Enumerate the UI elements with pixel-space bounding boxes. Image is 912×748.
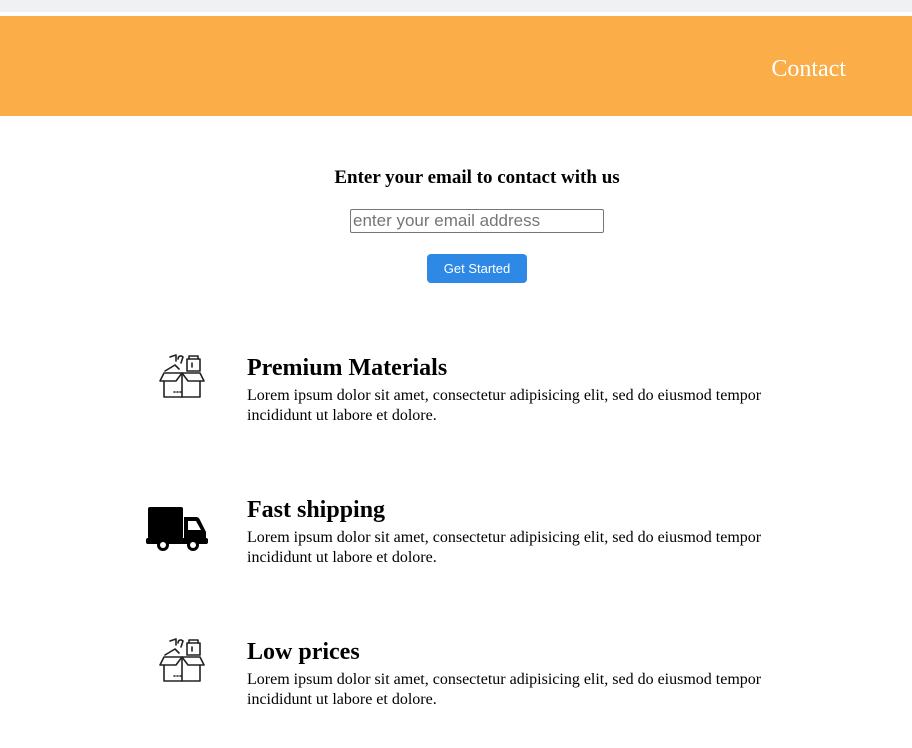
feature-item: Fast shipping Lorem ipsum dolor sit amet… [0, 495, 912, 585]
signup-heading: Enter your email to contact with us [334, 167, 620, 188]
delivery-truck-icon [146, 507, 208, 551]
email-input[interactable] [350, 209, 604, 233]
feature-description: Lorem ipsum dolor sit amet, consectetur … [247, 529, 762, 566]
nav-link-contact[interactable]: Contact [771, 54, 846, 84]
feature-title: Low prices [247, 639, 360, 665]
page-header: Contact [0, 16, 912, 116]
box-with-tools-icon [159, 638, 205, 682]
email-signup-section: Enter your email to contact with us Get … [0, 164, 912, 283]
browser-chrome-strip [0, 0, 912, 12]
feature-description: Lorem ipsum dolor sit amet, consectetur … [247, 671, 762, 708]
feature-item: Low prices Lorem ipsum dolor sit amet, c… [0, 637, 912, 727]
get-started-button[interactable]: Get Started [427, 254, 527, 283]
feature-title: Fast shipping [247, 497, 386, 523]
feature-description: Lorem ipsum dolor sit amet, consectetur … [247, 387, 762, 424]
feature-item: Premium Materials Lorem ipsum dolor sit … [0, 353, 912, 443]
box-with-tools-icon [159, 354, 205, 398]
feature-title: Premium Materials [247, 355, 448, 381]
